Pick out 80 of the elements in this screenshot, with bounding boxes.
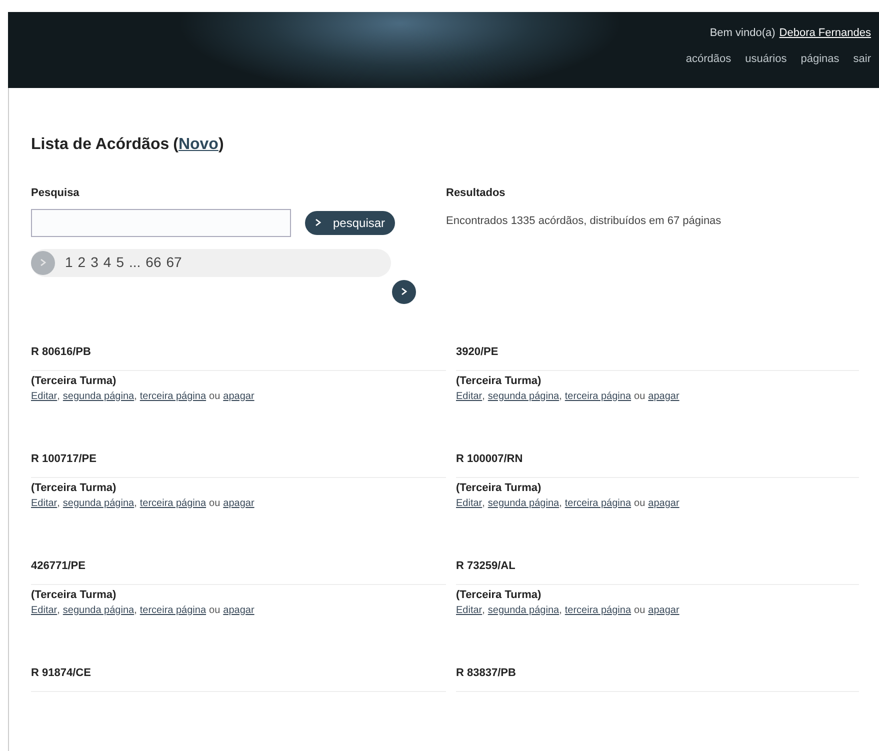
- separator-text: ,: [134, 604, 137, 616]
- item-turma: (Terceira Turma): [31, 374, 118, 389]
- action-link[interactable]: apagar: [223, 604, 254, 616]
- action-link[interactable]: Editar: [456, 604, 482, 616]
- page-link[interactable]: 1: [65, 252, 73, 273]
- nav-link[interactable]: acórdãos: [686, 50, 732, 67]
- separator-text: ,: [482, 604, 485, 616]
- action-link[interactable]: Editar: [31, 496, 58, 510]
- separator-text: ,: [559, 604, 562, 616]
- item-turma: (Terceira Turma): [456, 374, 542, 389]
- action-link[interactable]: apagar: [648, 604, 680, 616]
- page-link[interactable]: 5: [116, 252, 124, 273]
- next-page-button[interactable]: [392, 280, 416, 304]
- action-link[interactable]: Editar: [456, 496, 482, 510]
- separator-text: ,: [559, 390, 562, 402]
- action-link[interactable]: apagar: [648, 496, 680, 510]
- item-code: R 80616/PB: [31, 344, 92, 360]
- action-link[interactable]: apagar: [223, 496, 254, 510]
- page-link[interactable]: 4: [103, 252, 112, 273]
- search-button[interactable]: pesquisar: [305, 210, 396, 234]
- item-turma: (Terceira Turma): [31, 481, 118, 496]
- item-code: R 83837/PB: [456, 666, 517, 680]
- item-code: 426771/PE: [31, 558, 86, 574]
- separator-text: ,: [134, 496, 137, 510]
- item-code: R 100717/PE: [31, 452, 98, 466]
- separator-text: ,: [134, 390, 137, 402]
- action-link[interactable]: Editar: [456, 390, 482, 402]
- action-link[interactable]: segunda página: [488, 496, 560, 510]
- separator-text: ,: [57, 390, 60, 402]
- item-code: R 73259/AL: [456, 558, 516, 574]
- separator-text: ou: [209, 496, 220, 510]
- action-link[interactable]: apagar: [223, 390, 254, 402]
- page-link[interactable]: 2: [78, 252, 86, 273]
- action-link[interactable]: terceira página: [564, 604, 632, 616]
- separator-text: ou: [634, 604, 646, 616]
- action-link[interactable]: Editar: [31, 604, 58, 616]
- separator-text: ou: [209, 390, 220, 402]
- new-link[interactable]: Novo: [178, 133, 218, 157]
- nav-link[interactable]: usuários: [745, 50, 787, 67]
- greeting-text: Bem vindo(a): [710, 26, 776, 41]
- page-title: Lista de Acórdãos: [31, 135, 170, 155]
- nav-link[interactable]: páginas: [800, 50, 840, 67]
- item-code: 3920/PE: [456, 344, 500, 360]
- action-link[interactable]: terceira página: [140, 390, 206, 402]
- separator-text: ,: [482, 390, 485, 402]
- item-code: R 100007/RN: [456, 452, 524, 466]
- item-turma: (Terceira Turma): [31, 588, 118, 603]
- item-turma: (Terceira Turma): [456, 481, 542, 496]
- item-code: R 91874/CE: [31, 666, 92, 680]
- item-turma: (Terceira Turma): [456, 588, 542, 603]
- action-link[interactable]: segunda página: [62, 604, 134, 616]
- separator-text: ,: [482, 496, 485, 510]
- paren-text: (: [173, 135, 178, 155]
- search-label: Pesquisa: [31, 186, 80, 201]
- paren-text: ): [218, 135, 224, 155]
- separator-text: ,: [57, 496, 60, 510]
- action-link[interactable]: segunda página: [62, 390, 134, 402]
- separator-text: ,: [57, 604, 60, 616]
- results-label: Resultados: [446, 186, 506, 201]
- action-link[interactable]: apagar: [648, 390, 680, 402]
- action-link[interactable]: terceira página: [140, 604, 206, 616]
- search-field[interactable]: [31, 208, 291, 236]
- nav-link[interactable]: sair: [853, 50, 871, 67]
- user-link[interactable]: Debora Fernandes: [779, 25, 871, 42]
- page-link[interactable]: 3: [90, 252, 98, 273]
- action-link[interactable]: segunda página: [488, 604, 560, 616]
- results-text: Encontrados 1335 acórdãos, distribuídos em 67 páginas: [446, 214, 722, 228]
- action-link[interactable]: segunda página: [488, 390, 560, 402]
- separator-text: ou: [634, 390, 646, 402]
- action-link[interactable]: terceira página: [564, 496, 632, 510]
- action-link[interactable]: terceira página: [140, 496, 206, 510]
- separator-text: ou: [634, 496, 646, 510]
- separator-text: ,: [559, 496, 562, 510]
- action-link[interactable]: segunda página: [62, 496, 134, 510]
- action-link[interactable]: terceira página: [564, 390, 632, 402]
- page-link[interactable]: ...: [128, 252, 141, 273]
- action-link[interactable]: Editar: [31, 390, 58, 402]
- page-link[interactable]: 67: [166, 252, 182, 273]
- separator-text: ou: [209, 604, 220, 616]
- page-link[interactable]: 66: [146, 252, 162, 273]
